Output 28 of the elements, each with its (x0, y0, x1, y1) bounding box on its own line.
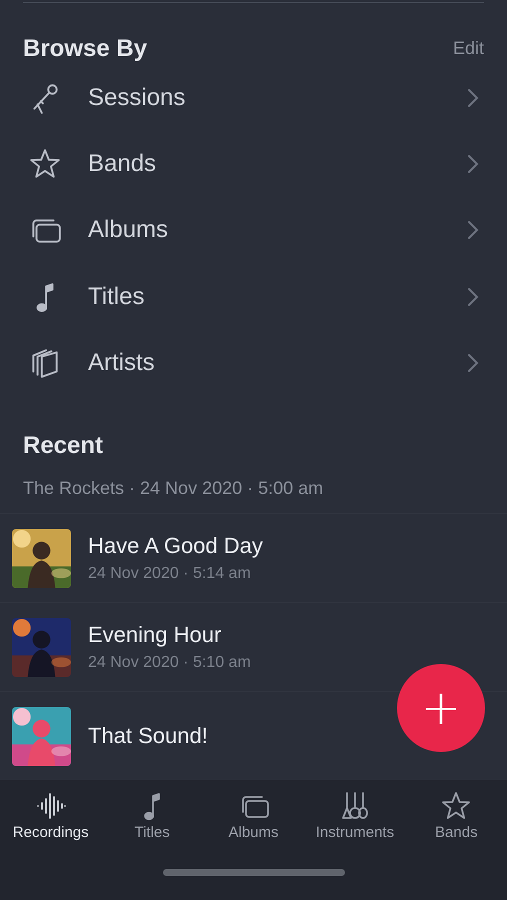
recording-row[interactable]: Have A Good Day 24 Nov 2020 · 5:14 am (0, 513, 507, 602)
tab[interactable]: Recordings (0, 790, 102, 841)
chevron-icon (467, 220, 479, 240)
browse-row[interactable]: Titles (0, 263, 507, 330)
section-title: Browse By (23, 34, 148, 63)
tab[interactable]: Instruments (304, 790, 406, 841)
recording-title: That Sound! (88, 723, 208, 749)
browse-row[interactable]: Sessions (0, 64, 507, 131)
tab[interactable]: Titles (101, 790, 203, 841)
chevron-icon (467, 286, 479, 307)
chevron-icon (467, 88, 479, 108)
section-title: Recent (23, 432, 104, 460)
add-button[interactable]: + (397, 664, 485, 752)
group-subtitle: The Rockets · 24 Nov 2020 · 5:00 am (23, 478, 324, 499)
browse-row[interactable]: Artists (0, 330, 507, 396)
chevron-icon (467, 154, 479, 174)
recording-title: Have A Good Day (88, 533, 263, 559)
tab[interactable]: Bands (406, 790, 507, 841)
browse-row[interactable]: Bands (0, 130, 507, 198)
recording-date: 24 Nov 2020 · 5:14 am (88, 565, 252, 583)
star-icon (440, 790, 472, 822)
recording-title: Evening Hour (88, 622, 222, 648)
browse-row[interactable]: Albums (0, 197, 507, 264)
recording-date: 24 Nov 2020 · 5:10 am (88, 654, 251, 672)
edit-button[interactable]: Edit (452, 38, 484, 60)
tab[interactable]: Albums (202, 790, 304, 841)
waveform-icon (34, 790, 67, 822)
chevron-icon (467, 352, 479, 373)
